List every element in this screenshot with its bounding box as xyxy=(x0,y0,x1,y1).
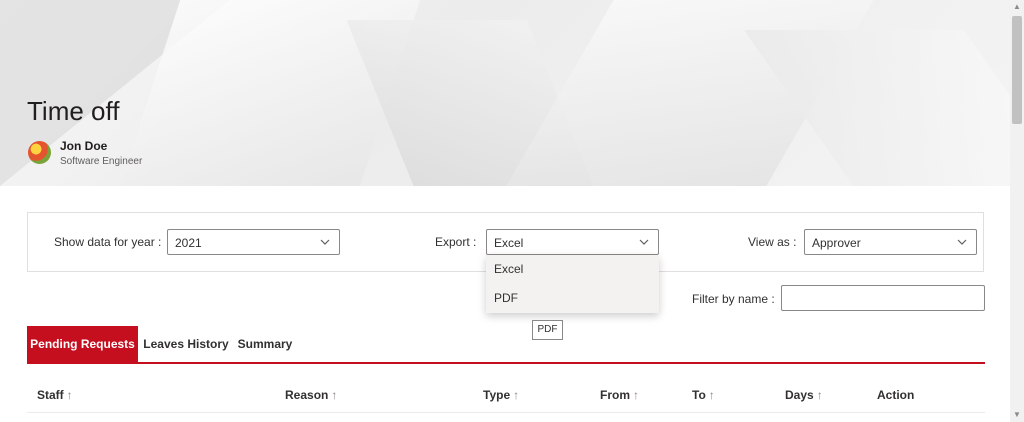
column-header-label: Action xyxy=(877,388,915,402)
scrollbar-thumb[interactable] xyxy=(1012,16,1022,124)
export-dropdown[interactable]: Excel xyxy=(486,229,659,255)
chevron-down-icon xyxy=(319,236,331,248)
user-name: Jon Doe xyxy=(60,139,108,153)
tab-summary[interactable]: Summary xyxy=(235,326,295,362)
filter-name-input[interactable] xyxy=(781,285,985,311)
sort-arrow-icon: ↑ xyxy=(331,388,338,402)
arrow-up-icon[interactable]: ▲ xyxy=(1010,0,1024,14)
column-header-from[interactable]: From ↑ xyxy=(600,388,639,402)
user-role: Software Engineer xyxy=(60,156,143,167)
chevron-down-icon xyxy=(638,236,650,248)
view-as-dropdown[interactable]: Approver xyxy=(804,229,977,255)
tab-bar: Pending Requests Leaves History Summary xyxy=(27,326,985,364)
export-option-pdf[interactable]: PDF xyxy=(486,284,659,313)
sort-arrow-icon: ↑ xyxy=(513,388,520,402)
view-as-label: View as : xyxy=(748,235,797,249)
sort-arrow-icon: ↑ xyxy=(708,388,715,402)
tab-pending-requests[interactable]: Pending Requests xyxy=(27,326,138,362)
column-header-label: Days xyxy=(785,388,814,402)
sort-arrow-icon: ↑ xyxy=(816,388,823,402)
sort-arrow-icon: ↑ xyxy=(633,388,639,402)
column-header-label: Staff xyxy=(37,388,64,402)
export-label: Export : xyxy=(435,235,477,249)
column-header-action: Action xyxy=(877,388,914,402)
column-header-label: Type xyxy=(483,388,511,402)
avatar xyxy=(28,141,51,164)
column-header-label: To xyxy=(692,388,706,402)
page-title: Time off xyxy=(27,96,120,126)
column-header-label: Reason xyxy=(285,388,329,402)
year-dropdown[interactable]: 2021 xyxy=(167,229,340,255)
column-header-to[interactable]: To ↑ xyxy=(692,388,715,402)
filter-name-label: Filter by name : xyxy=(692,292,775,306)
export-dropdown-value: Excel xyxy=(494,236,524,250)
view-as-dropdown-value: Approver xyxy=(812,236,861,250)
column-header-days[interactable]: Days ↑ xyxy=(785,388,823,402)
vertical-scrollbar[interactable]: ▲ ▼ xyxy=(1010,0,1024,422)
export-option-excel[interactable]: Excel xyxy=(486,255,659,284)
column-header-reason[interactable]: Reason ↑ xyxy=(285,388,337,402)
page: Time off Jon Doe Software Engineer ▲ ▼ S… xyxy=(0,0,1024,422)
header-banner: Time off Jon Doe Software Engineer xyxy=(0,0,1010,186)
tab-leaves-history[interactable]: Leaves History xyxy=(141,326,231,362)
year-dropdown-value: 2021 xyxy=(175,236,202,250)
arrow-down-icon[interactable]: ▼ xyxy=(1010,408,1024,422)
chevron-down-icon xyxy=(956,236,968,248)
table-header-divider xyxy=(27,412,985,413)
column-header-type[interactable]: Type ↑ xyxy=(483,388,519,402)
column-header-label: From xyxy=(600,388,630,402)
column-header-staff[interactable]: Staff ↑ xyxy=(37,388,73,402)
export-dropdown-menu: Excel PDF xyxy=(486,255,659,313)
year-label: Show data for year : xyxy=(54,235,162,249)
sort-arrow-icon: ↑ xyxy=(66,388,73,402)
